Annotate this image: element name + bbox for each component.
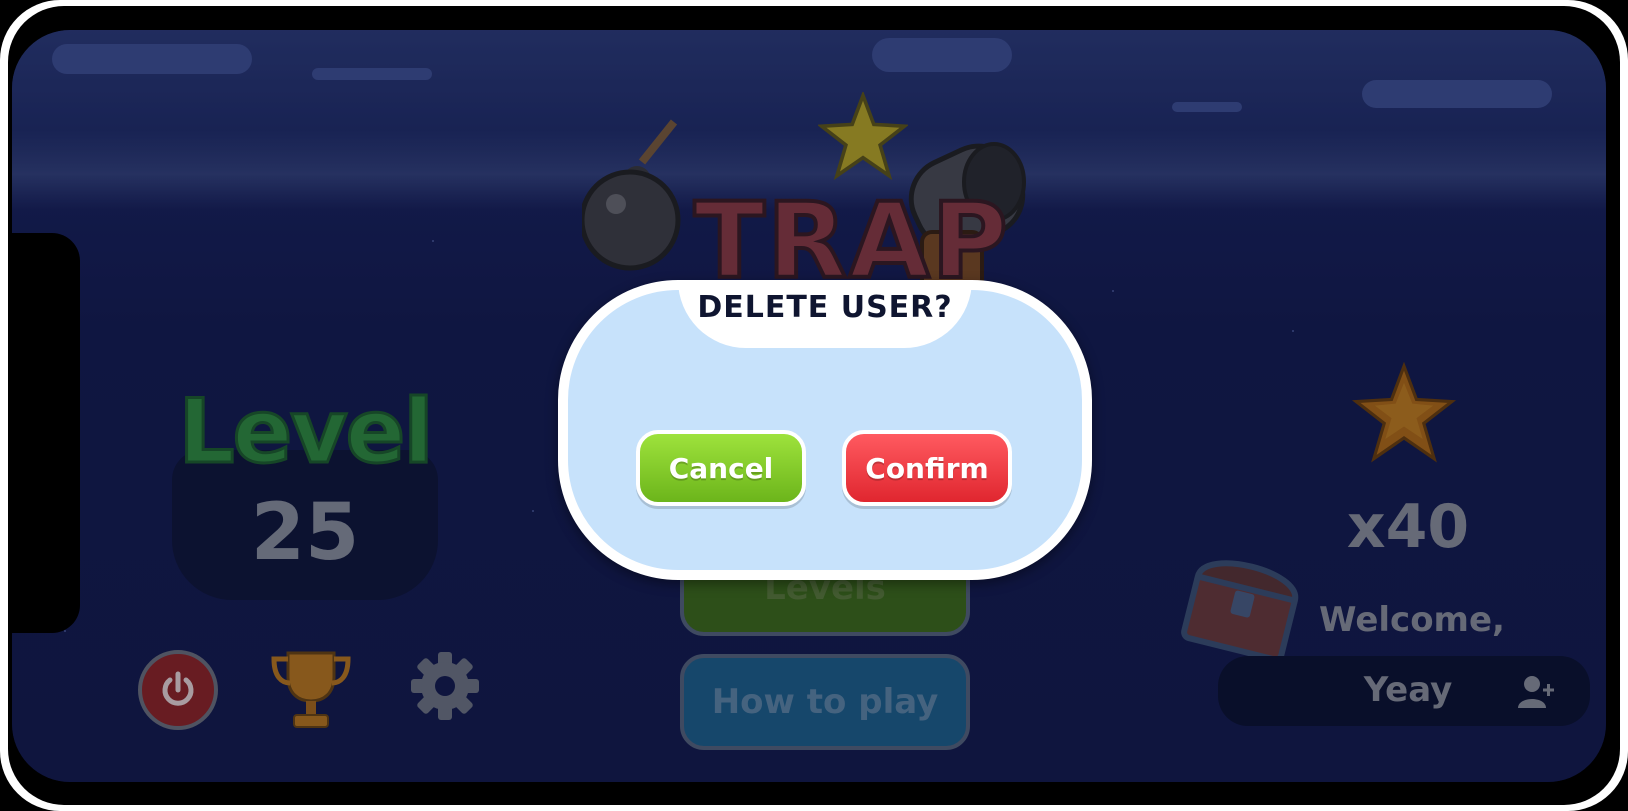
- device-bezel: TRAP Level 25 Levels How to play x40 Wel…: [8, 6, 1620, 805]
- dialog-title: DELETE USER?: [697, 290, 953, 325]
- cancel-button[interactable]: Cancel: [636, 430, 806, 506]
- game-screen: TRAP Level 25 Levels How to play x40 Wel…: [12, 30, 1606, 782]
- device-frame: TRAP Level 25 Levels How to play x40 Wel…: [0, 0, 1628, 811]
- delete-user-dialog: DELETE USER? Cancel Confirm: [558, 280, 1092, 580]
- device-notch: [12, 233, 80, 633]
- confirm-button[interactable]: Confirm: [842, 430, 1012, 506]
- dialog-header: DELETE USER?: [678, 280, 972, 348]
